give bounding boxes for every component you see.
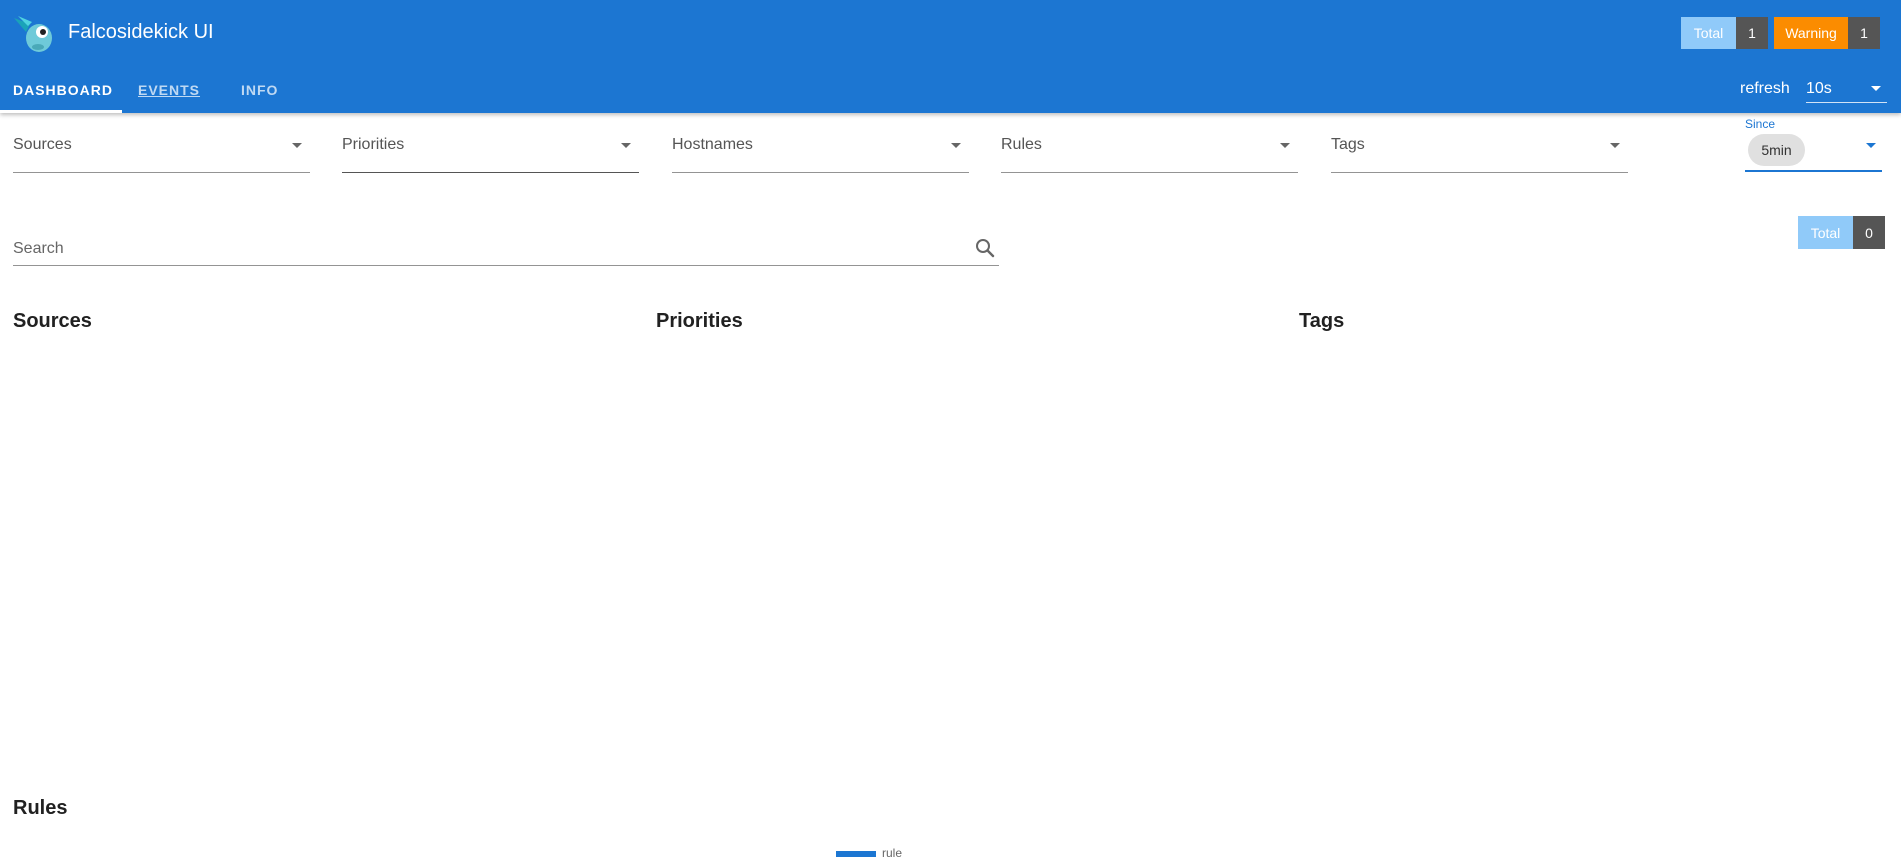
tags-filter-label: Tags <box>1331 136 1365 153</box>
rules-chart-legend[interactable]: rule <box>836 848 902 857</box>
chevron-down-icon <box>1610 143 1620 148</box>
legend-label: rule <box>882 848 903 857</box>
total-alerts-badge: Total 1 <box>1681 17 1768 49</box>
sources-filter-label: Sources <box>13 136 72 153</box>
total-badge-count: 1 <box>1736 17 1768 49</box>
search-input[interactable]: Search <box>13 230 999 266</box>
sources-filter-select[interactable]: Sources <box>13 123 310 173</box>
refresh-interval-select[interactable]: 10s <box>1806 76 1887 103</box>
warning-badge-count: 1 <box>1848 17 1880 49</box>
tab-events[interactable]: EVENTS <box>138 82 200 98</box>
chevron-down-icon <box>1280 143 1290 148</box>
rules-chart-title: Rules <box>13 797 68 819</box>
results-total-count: 0 <box>1853 216 1885 249</box>
priorities-filter-label: Priorities <box>342 136 405 153</box>
since-value-chip[interactable]: 5min <box>1748 134 1805 166</box>
priorities-chart-title: Priorities <box>656 310 743 332</box>
hostnames-filter-select[interactable]: Hostnames <box>672 123 969 173</box>
since-label: Since <box>1745 117 1776 131</box>
chevron-down-icon <box>292 143 302 148</box>
falco-logo-icon <box>14 16 52 52</box>
since-select[interactable]: Since 5min <box>1745 115 1882 172</box>
warning-badge-label: Warning <box>1774 17 1848 49</box>
rules-filter-select[interactable]: Rules <box>1001 123 1298 173</box>
app-bar: Falcosidekick UI Total 1 Warning 1 DASHB… <box>0 0 1901 113</box>
chevron-down-icon <box>951 143 961 148</box>
active-tab-indicator <box>0 110 122 113</box>
priorities-filter-select[interactable]: Priorities <box>342 123 639 173</box>
hostnames-filter-label: Hostnames <box>672 136 753 153</box>
app-title: Falcosidekick UI <box>68 21 214 43</box>
tab-info[interactable]: INFO <box>241 82 278 98</box>
search-placeholder: Search <box>13 240 64 257</box>
refresh-interval-value: 10s <box>1806 80 1832 97</box>
warning-alerts-badge: Warning 1 <box>1774 17 1880 49</box>
refresh-label: refresh <box>1740 80 1790 97</box>
results-total-label: Total <box>1798 216 1853 249</box>
chevron-down-icon <box>621 143 631 148</box>
tags-filter-select[interactable]: Tags <box>1331 123 1628 173</box>
total-badge-label: Total <box>1681 17 1736 49</box>
tab-dashboard[interactable]: DASHBOARD <box>13 82 113 98</box>
rules-filter-label: Rules <box>1001 136 1042 153</box>
chevron-down-icon <box>1871 86 1881 91</box>
search-icon[interactable] <box>973 236 997 260</box>
results-total-badge: Total 0 <box>1798 216 1885 249</box>
sources-chart-title: Sources <box>13 310 92 332</box>
legend-swatch <box>836 851 876 857</box>
tags-chart-title: Tags <box>1299 310 1345 332</box>
chevron-down-icon <box>1866 143 1876 148</box>
